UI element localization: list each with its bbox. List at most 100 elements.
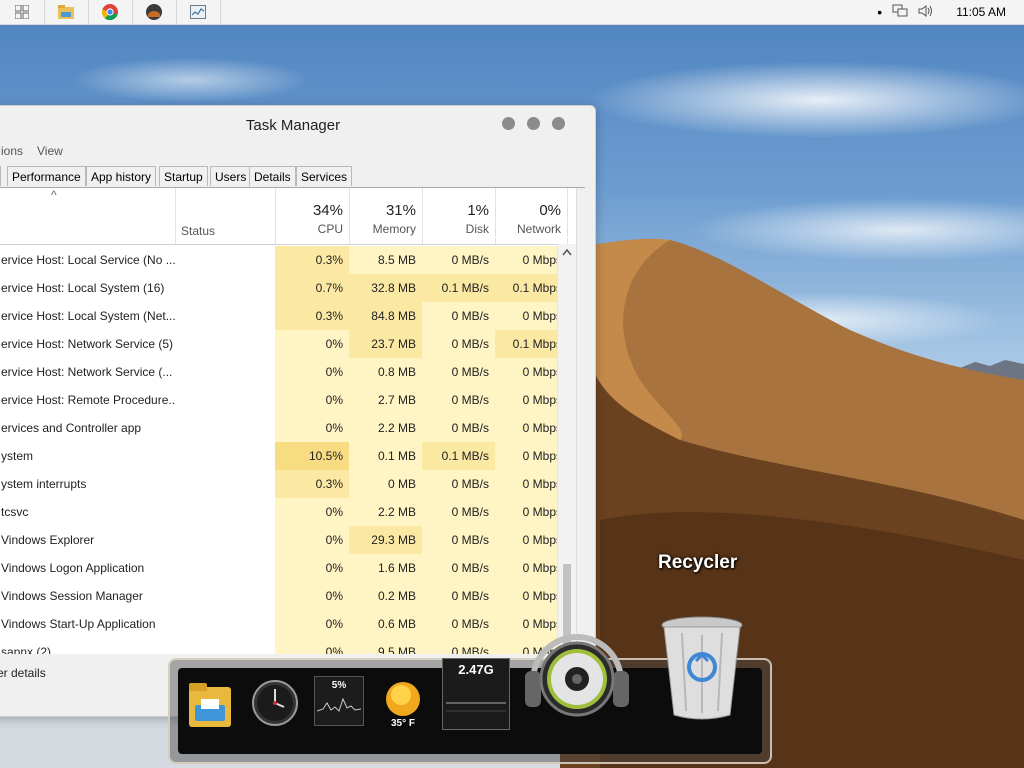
sort-arrow[interactable]: ^ (51, 188, 57, 202)
weather-widget[interactable]: 35° F (378, 678, 428, 730)
task-manager-window: Task Manager ions View Performance App h… (0, 105, 596, 717)
process-name: sapnx (2) (1, 645, 52, 654)
process-memory-cell: 0.8 MB (349, 358, 422, 386)
table-row[interactable]: ystem 10.5% 0.1 MB 0.1 MB/s 0 Mbps (0, 442, 568, 470)
tab-users[interactable]: Users (210, 166, 252, 186)
menu-options[interactable]: ions (1, 144, 23, 162)
process-cpu-cell: 0% (275, 414, 349, 442)
menu-bar: ions View (0, 144, 63, 162)
process-name: tcsvc (1, 505, 29, 519)
app-icon[interactable] (132, 0, 177, 24)
process-cpu-cell: 0% (275, 526, 349, 554)
fewer-details-link[interactable]: er details (0, 666, 46, 680)
process-cpu-cell: 10.5% (275, 442, 349, 470)
file-explorer-icon[interactable] (44, 0, 89, 24)
process-disk-cell: 0 MB/s (422, 358, 495, 386)
table-row[interactable]: Vindows Session Manager 0% 0.2 MB 0 MB/s 0 M… (0, 582, 568, 610)
headphones-speaker-icon[interactable] (522, 620, 632, 728)
process-name: ervice Host: Local Service (No ... (1, 253, 176, 267)
scroll-up-icon[interactable] (562, 248, 572, 259)
process-memory-cell: 9.5 MB (349, 638, 422, 654)
process-memory-cell: 2.2 MB (349, 414, 422, 442)
process-disk-cell: 0 MB/s (422, 302, 495, 330)
column-network[interactable]: 0% Network (495, 188, 568, 244)
maximize-button[interactable] (527, 117, 540, 130)
column-status[interactable]: Status (181, 224, 215, 238)
fewer-details-label: er details (0, 666, 46, 680)
vertical-scrollbar[interactable] (557, 244, 576, 654)
process-memory-cell: 29.3 MB (349, 526, 422, 554)
process-name: Vindows Start-Up Application (1, 617, 156, 631)
cpu-label: CPU (317, 222, 343, 236)
tab-processes[interactable] (0, 166, 1, 186)
table-row[interactable]: Vindows Start-Up Application 0% 0.6 MB 0 MB… (0, 610, 568, 638)
cpu-meter-value: 5% (331, 680, 347, 691)
column-disk[interactable]: 1% Disk (422, 188, 495, 244)
process-disk-cell: 0 MB/s (422, 498, 495, 526)
process-name: ervice Host: Local System (16) (1, 281, 165, 295)
tab-performance[interactable]: Performance (7, 166, 86, 186)
chrome-icon[interactable] (88, 0, 133, 24)
process-memory-cell: 1.6 MB (349, 554, 422, 582)
process-memory-cell: 8.5 MB (349, 246, 422, 274)
process-name: Vindows Explorer (1, 533, 95, 547)
table-row[interactable]: ystem interrupts 0.3% 0 MB 0 MB/s 0 Mbps (0, 470, 568, 498)
column-cpu[interactable]: 34% CPU (275, 188, 349, 244)
process-disk-cell: 0 MB/s (422, 386, 495, 414)
minimize-button[interactable] (502, 117, 515, 130)
process-disk-cell: 0.1 MB/s (422, 442, 495, 470)
process-memory-cell: 0.1 MB (349, 442, 422, 470)
clock[interactable]: 11:05 AM (956, 5, 1006, 19)
table-row[interactable]: ervice Host: Network Service (... 0% 0.8 M… (0, 358, 568, 386)
clock-widget-icon[interactable] (250, 678, 300, 728)
memory-label: Memory (372, 222, 416, 236)
windows-logo-icon[interactable] (0, 0, 45, 24)
table-row[interactable]: Vindows Explorer 0% 29.3 MB 0 MB/s 0 Mbps (0, 526, 568, 554)
process-cpu-cell: 0% (275, 554, 349, 582)
volume-icon[interactable] (918, 4, 934, 21)
table-row[interactable]: tcsvc 0% 2.2 MB 0 MB/s 0 Mbps (0, 498, 568, 526)
top-taskbar: • 11:05 AM (0, 0, 1024, 25)
network-total: 0% (539, 202, 561, 219)
menu-view[interactable]: View (37, 144, 63, 162)
dock: 5% 35° F 2.47G (168, 616, 772, 764)
process-memory-cell: 2.2 MB (349, 498, 422, 526)
recycle-bin-icon[interactable] (654, 614, 750, 724)
process-cpu-cell: 0% (275, 582, 349, 610)
disk-label: Disk (465, 222, 489, 236)
table-row[interactable]: ervice Host: Local System (16) 0.7% 32.8 M… (0, 274, 568, 302)
weather-temp: 35° F (390, 717, 415, 729)
process-memory-cell: 0.2 MB (349, 582, 422, 610)
network-label: Network (516, 222, 561, 236)
tab-strip: Performance App history Startup Users De… (0, 166, 585, 188)
process-cpu-cell: 0% (275, 358, 349, 386)
tab-startup[interactable]: Startup (159, 166, 208, 186)
table-row[interactable]: sapnx (2) 0% 9.5 MB 0 MB/s 0 Mbps (0, 638, 568, 654)
table-row[interactable]: ervices and Controller app 0% 2.2 MB 0 MB/s… (0, 414, 568, 442)
cpu-meter-widget[interactable]: 5% (314, 676, 364, 726)
network-icon[interactable] (892, 4, 908, 21)
process-disk-cell: 0 MB/s (422, 610, 495, 638)
process-cpu-cell: 0.3% (275, 302, 349, 330)
process-cpu-cell: 0% (275, 330, 349, 358)
process-memory-cell: 32.8 MB (349, 274, 422, 302)
tab-app-history[interactable]: App history (86, 166, 157, 186)
folder-icon[interactable] (186, 680, 234, 732)
memory-total: 31% (385, 202, 416, 219)
process-cpu-cell: 0.7% (275, 274, 349, 302)
task-manager-icon[interactable] (176, 0, 221, 24)
memory-meter-value: 2.47G (458, 662, 494, 677)
process-disk-cell: 0 MB/s (422, 470, 495, 498)
tab-details[interactable]: Details (249, 166, 296, 186)
table-row[interactable]: ervice Host: Local Service (No ... 0.3% 8.… (0, 246, 568, 274)
table-row[interactable]: ervice Host: Remote Procedure... 0% 2.7 MB… (0, 386, 568, 414)
process-disk-cell: 0 MB/s (422, 246, 495, 274)
tab-services[interactable]: Services (296, 166, 353, 186)
tray-dot: • (877, 4, 883, 20)
memory-meter-widget[interactable]: 2.47G (442, 658, 510, 730)
table-row[interactable]: Vindows Logon Application 0% 1.6 MB 0 MB/s 0… (0, 554, 568, 582)
column-memory[interactable]: 31% Memory (349, 188, 422, 244)
table-row[interactable]: ervice Host: Local System (Net... 0.3% 84.… (0, 302, 568, 330)
table-row[interactable]: ervice Host: Network Service (5) 0% 23.7 M… (0, 330, 568, 358)
close-button[interactable] (552, 117, 565, 130)
